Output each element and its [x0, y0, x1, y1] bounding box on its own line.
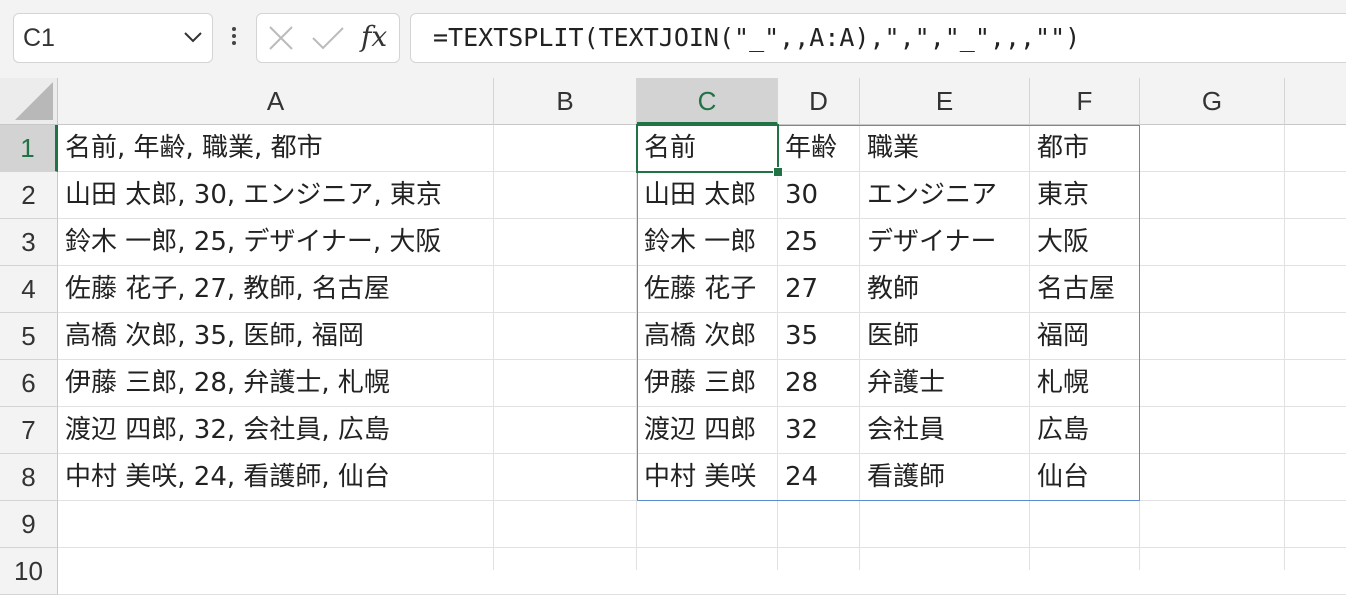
cell-d4[interactable]: 27	[778, 266, 818, 313]
cell-e4[interactable]: 教師	[860, 266, 919, 313]
cell-d3[interactable]: 25	[778, 219, 818, 266]
column-header-d[interactable]: D	[778, 78, 860, 125]
more-options-icon[interactable]	[227, 24, 241, 54]
cell-f4[interactable]: 名古屋	[1030, 266, 1115, 313]
cell-c7[interactable]: 渡辺 四郎	[637, 407, 756, 454]
cell-a5[interactable]: 高橋 次郎, 35, 医師, 福岡	[58, 313, 364, 360]
cell-a7[interactable]: 渡辺 四郎, 32, 会社員, 広島	[58, 407, 390, 454]
fill-handle[interactable]	[773, 167, 783, 177]
cell-a2[interactable]: 山田 太郎, 30, エンジニア, 東京	[58, 172, 442, 219]
active-cell-c1[interactable]	[636, 124, 779, 173]
cell-a3[interactable]: 鈴木 一郎, 25, デザイナー, 大阪	[58, 219, 441, 266]
column-header-b[interactable]: B	[494, 78, 637, 125]
row-header-7[interactable]: 7	[0, 407, 58, 454]
cell-d8[interactable]: 24	[778, 454, 818, 501]
x-icon[interactable]	[267, 24, 295, 56]
column-header-g[interactable]: G	[1140, 78, 1285, 125]
cell-f3[interactable]: 大阪	[1030, 219, 1089, 266]
cell-e5[interactable]: 医師	[860, 313, 919, 360]
row-header-6[interactable]: 6	[0, 360, 58, 407]
cell-f6[interactable]: 札幌	[1030, 360, 1089, 407]
formula-bar-area: C1 fx =TEXTSPLIT(TEXTJOIN("_",,A:A),",",…	[0, 0, 1346, 78]
cell-f7[interactable]: 広島	[1030, 407, 1089, 454]
column-header-e[interactable]: E	[860, 78, 1030, 125]
row-header-3[interactable]: 3	[0, 219, 58, 266]
column-header-a[interactable]: A	[58, 78, 494, 125]
cell-d7[interactable]: 32	[778, 407, 818, 454]
row-header-2[interactable]: 2	[0, 172, 58, 219]
cell-c3[interactable]: 鈴木 一郎	[637, 219, 756, 266]
cell-e7[interactable]: 会社員	[860, 407, 945, 454]
name-box-value: C1	[23, 24, 55, 52]
cell-c8[interactable]: 中村 美咲	[637, 454, 756, 501]
chevron-down-icon[interactable]	[182, 26, 204, 52]
row-header-10[interactable]: 10	[0, 548, 58, 595]
cell-c4[interactable]: 佐藤 花子	[637, 266, 756, 313]
cell-e6[interactable]: 弁護士	[860, 360, 945, 407]
column-header-c[interactable]: C	[637, 78, 778, 125]
cell-d1[interactable]: 年齢	[778, 125, 837, 172]
cell-d6[interactable]: 28	[778, 360, 818, 407]
cell-d2[interactable]: 30	[778, 172, 818, 219]
cell-e8[interactable]: 看護師	[860, 454, 945, 501]
cell-a4[interactable]: 佐藤 花子, 27, 教師, 名古屋	[58, 266, 390, 313]
row-header-9[interactable]: 9	[0, 501, 58, 548]
cell-e2[interactable]: エンジニア	[860, 172, 997, 219]
formula-text: =TEXTSPLIT(TEXTJOIN("_",,A:A),",","_",,,…	[433, 23, 1081, 52]
cell-f8[interactable]: 仙台	[1030, 454, 1089, 501]
cell-e1[interactable]: 職業	[860, 125, 919, 172]
row-header-4[interactable]: 4	[0, 266, 58, 313]
cell-f5[interactable]: 福岡	[1030, 313, 1089, 360]
column-header-h[interactable]	[1285, 78, 1346, 125]
column-header-f[interactable]: F	[1030, 78, 1140, 125]
check-icon[interactable]	[311, 24, 345, 56]
column-gridline	[1284, 125, 1285, 570]
insert-function-icon[interactable]: fx	[361, 20, 387, 53]
cell-f1[interactable]: 都市	[1030, 125, 1089, 172]
cell-c2[interactable]: 山田 太郎	[637, 172, 756, 219]
row-header-5[interactable]: 5	[0, 313, 58, 360]
cell-a8[interactable]: 中村 美咲, 24, 看護師, 仙台	[58, 454, 390, 501]
row-gridline	[58, 547, 1346, 548]
spreadsheet-grid[interactable]: A B C D E F G 1 2 3 4 5 6 7 8 9 10 名前, 年齢, 職業, 都市 山田 太郎, 3…	[0, 78, 1346, 595]
cell-a1[interactable]: 名前, 年齢, 職業, 都市	[58, 125, 323, 172]
cell-e3[interactable]: デザイナー	[860, 219, 996, 266]
cell-c5[interactable]: 高橋 次郎	[637, 313, 756, 360]
cell-c6[interactable]: 伊藤 三郎	[637, 360, 756, 407]
row-header-8[interactable]: 8	[0, 454, 58, 501]
select-all-corner[interactable]	[0, 78, 58, 125]
cell-f2[interactable]: 東京	[1030, 172, 1089, 219]
formula-input[interactable]: =TEXTSPLIT(TEXTJOIN("_",,A:A),",","_",,,…	[410, 13, 1346, 63]
row-header-1[interactable]: 1	[0, 125, 58, 172]
cell-a6[interactable]: 伊藤 三郎, 28, 弁護士, 札幌	[58, 360, 390, 407]
formula-buttons: fx	[256, 13, 400, 63]
column-gridline	[493, 125, 494, 570]
cell-d5[interactable]: 35	[778, 313, 818, 360]
name-box[interactable]: C1	[13, 13, 213, 63]
column-gridline	[1139, 125, 1140, 570]
